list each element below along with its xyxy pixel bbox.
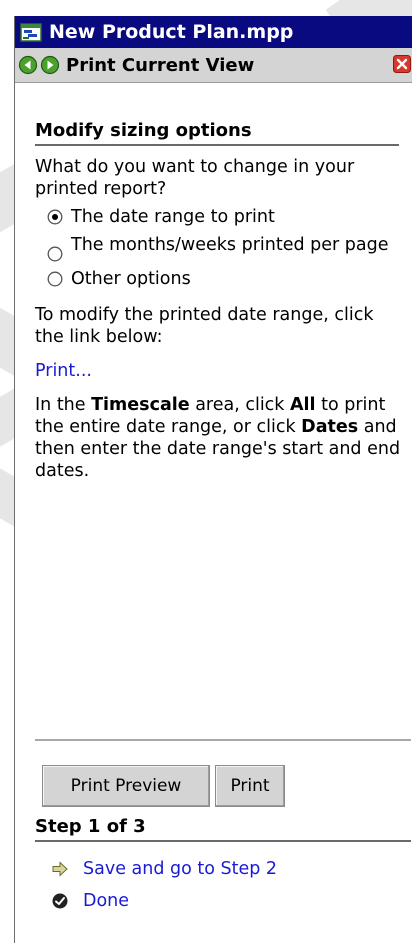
back-arrow-icon[interactable] bbox=[18, 55, 38, 75]
timescale-instructions: In the Timescale area, click All to prin… bbox=[35, 394, 401, 482]
emphasis-all: All bbox=[290, 395, 316, 415]
radio-unselected-icon[interactable] bbox=[47, 271, 63, 287]
close-icon[interactable] bbox=[393, 55, 411, 73]
done-link[interactable]: Done bbox=[83, 891, 129, 911]
instruction-text: To modify the printed date range, click … bbox=[35, 305, 374, 347]
forward-arrow-icon[interactable] bbox=[40, 55, 60, 75]
radio-unselected-icon[interactable] bbox=[47, 246, 63, 262]
pane-title: Print Current View bbox=[66, 54, 255, 76]
background-decoration bbox=[0, 304, 14, 376]
option-label: Other options bbox=[71, 269, 191, 289]
print-preview-button[interactable]: Print Preview bbox=[42, 765, 210, 807]
right-arrow-icon bbox=[52, 861, 68, 877]
radio-selected-icon[interactable] bbox=[47, 209, 63, 225]
text-segment: area, click bbox=[189, 395, 291, 415]
check-circle-icon bbox=[52, 893, 68, 909]
option-label: The months/weeks printed per page bbox=[71, 235, 389, 255]
question-text: What do you want to change in your print… bbox=[35, 157, 355, 199]
action-buttons: Print Preview Print bbox=[42, 765, 285, 807]
window-title: New Product Plan.mpp bbox=[49, 21, 294, 43]
divider bbox=[35, 739, 411, 741]
background-decoration bbox=[0, 388, 14, 452]
option-other[interactable]: Other options bbox=[35, 268, 401, 290]
background-decoration bbox=[0, 463, 14, 527]
text-segment: In the bbox=[35, 395, 92, 415]
window-title-bar: New Product Plan.mpp bbox=[15, 16, 412, 48]
save-and-next-link[interactable]: Save and go to Step 2 bbox=[83, 859, 277, 879]
task-pane: New Product Plan.mpp Print Current View … bbox=[14, 16, 412, 943]
print-link[interactable]: Print... bbox=[35, 360, 401, 382]
option-date-range[interactable]: The date range to print bbox=[35, 206, 401, 228]
print-button[interactable]: Print bbox=[215, 765, 285, 807]
pane-content: Modify sizing options What do you want t… bbox=[35, 120, 401, 482]
pane-nav-bar: Print Current View bbox=[15, 48, 412, 83]
done-item[interactable]: Done bbox=[51, 891, 129, 911]
option-months-weeks[interactable]: The months/weeks printed per page bbox=[35, 234, 401, 262]
section-heading: Modify sizing options bbox=[35, 120, 399, 146]
step-heading: Step 1 of 3 bbox=[35, 816, 411, 842]
background-decoration bbox=[0, 164, 14, 236]
emphasis-timescale: Timescale bbox=[91, 395, 190, 415]
option-label: The date range to print bbox=[71, 207, 275, 227]
next-step-item[interactable]: Save and go to Step 2 bbox=[51, 859, 277, 879]
emphasis-dates: Dates bbox=[301, 417, 359, 437]
project-file-icon bbox=[20, 23, 42, 42]
